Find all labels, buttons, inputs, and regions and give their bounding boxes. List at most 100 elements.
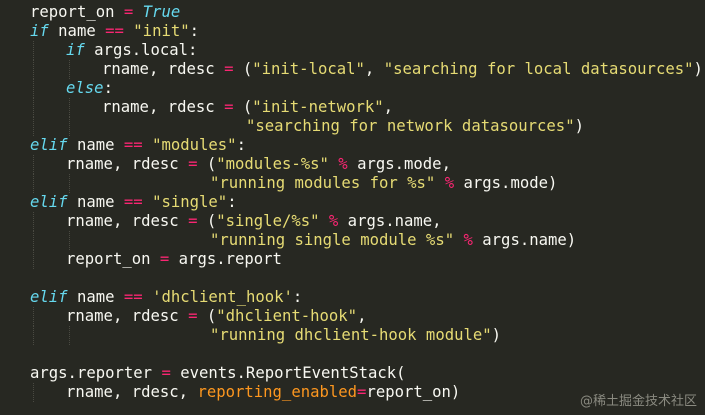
punctuation-token: , — [357, 307, 367, 325]
string-token: "single/%s" — [216, 212, 320, 230]
operator-token: = — [159, 250, 170, 268]
operator-token: == — [123, 288, 143, 306]
code-line[interactable]: rname, rdesc, reporting_enabled = report_o… — [66, 383, 460, 402]
indent-guide — [33, 174, 34, 193]
code-editor[interactable]: report_on = True if name == "init": if arg… — [0, 0, 705, 415]
string-token: "modules" — [152, 136, 237, 154]
indent-guide — [69, 60, 70, 79]
code-line[interactable]: "running single module %s" % args.name) — [210, 231, 576, 250]
punctuation-token: ( — [197, 307, 217, 325]
code-line[interactable]: rname, rdesc = ("dhclient-hook", — [66, 307, 366, 326]
code-token: rname, rdesc — [66, 155, 189, 173]
indent-guide — [69, 117, 70, 136]
operator-token: = — [224, 60, 234, 78]
operator-token: == — [105, 22, 124, 40]
code-token: events.ReportEventStack( — [170, 364, 406, 382]
code-token: name — [67, 136, 124, 154]
code-line[interactable]: report_on = args.report — [66, 250, 282, 269]
indent-guide — [69, 174, 70, 193]
indent-guide — [33, 98, 34, 117]
code-token: rname, rdesc, — [66, 383, 198, 401]
keyword-token: elif — [30, 136, 68, 154]
code-line[interactable]: else: — [66, 79, 113, 98]
code-token: report_on) — [366, 383, 461, 401]
operator-token: = — [357, 383, 367, 401]
keyword-token: elif — [30, 288, 68, 306]
string-token: "single" — [152, 193, 228, 211]
code-token: args.local: — [84, 41, 198, 59]
code-token: args.mode, — [347, 155, 451, 173]
code-line[interactable]: "searching for network datasources") — [246, 117, 584, 136]
operator-token: % — [463, 231, 473, 249]
string-token: "dhclient-hook" — [216, 307, 358, 325]
indent-guide — [33, 117, 34, 136]
punctuation-token: : — [189, 22, 200, 40]
string-token: "init" — [133, 22, 190, 40]
code-line[interactable]: elif name == "single": — [30, 193, 237, 212]
punctuation-token: ( — [233, 98, 253, 116]
punctuation-token: ( — [233, 60, 253, 78]
indent-guide — [33, 155, 34, 174]
indent-guide — [69, 98, 70, 117]
punctuation-token: : — [292, 288, 303, 306]
code-line[interactable]: args.reporter = events.ReportEventStack( — [30, 364, 406, 383]
string-token: "searching for network datasources" — [246, 117, 575, 135]
code-line[interactable]: if args.local: — [66, 41, 197, 60]
keyword-token: if — [30, 22, 49, 40]
code-token: rname, rdesc — [102, 98, 225, 116]
punctuation-token: : — [227, 193, 237, 211]
operator-token: % — [444, 174, 455, 192]
punctuation-token: , — [364, 60, 384, 78]
code-line[interactable]: rname, rdesc = ("init-local", "searching… — [102, 60, 703, 79]
string-token: "modules-%s" — [216, 155, 329, 173]
operator-token: == — [123, 193, 143, 211]
indent-guide — [33, 307, 34, 326]
code-line[interactable]: report_on = True — [30, 3, 180, 22]
indent-guide — [33, 326, 34, 345]
keyword-argument-token: reporting_enabled — [197, 383, 358, 401]
punctuation-token: ( — [197, 155, 217, 173]
code-line[interactable]: "running dhclient-hook module") — [210, 326, 501, 345]
indent-guide — [33, 60, 34, 79]
code-line[interactable]: if name == "init": — [30, 22, 199, 41]
operator-token: = — [188, 212, 198, 230]
punctuation-token: , — [383, 98, 394, 116]
code-token: args.reporter — [30, 364, 162, 382]
code-line[interactable]: elif name == "modules": — [30, 136, 246, 155]
watermark: @稀土掘金技术社区 — [579, 394, 697, 409]
code-token: rname, rdesc — [102, 60, 225, 78]
code-token: args.name, — [338, 212, 442, 230]
string-token: "init-network" — [252, 98, 384, 116]
code-line[interactable]: rname, rdesc = ("modules-%s" % args.mode… — [66, 155, 451, 174]
operator-token: % — [338, 155, 348, 173]
string-token: "running modules for %s" — [210, 174, 436, 192]
indent-guide — [69, 231, 70, 250]
code-line[interactable]: rname, rdesc = ("single/%s" % args.name, — [66, 212, 442, 231]
string-token: 'dhclient_hook' — [152, 288, 293, 306]
code-line[interactable]: rname, rdesc = ("init-network", — [102, 98, 393, 117]
string-token: "searching for local datasources" — [383, 60, 694, 78]
punctuation-token: : — [236, 136, 246, 154]
operator-token: = — [161, 364, 171, 382]
indent-guide — [33, 41, 34, 60]
keyword-token: if — [66, 41, 85, 59]
code-token: name — [67, 193, 124, 211]
operator-token: = — [224, 98, 234, 116]
code-line[interactable]: elif name == 'dhclient_hook': — [30, 288, 302, 307]
string-token: "init-local" — [252, 60, 365, 78]
punctuation-token: ( — [197, 212, 217, 230]
code-token: args.report — [169, 250, 282, 268]
code-token: name — [48, 22, 106, 40]
string-token: "running dhclient-hook module" — [210, 326, 492, 344]
punctuation-token: ) — [491, 326, 502, 344]
operator-token: = — [123, 3, 134, 21]
indent-guide — [33, 250, 34, 269]
code-line[interactable]: "running modules for %s" % args.mode) — [210, 174, 557, 193]
